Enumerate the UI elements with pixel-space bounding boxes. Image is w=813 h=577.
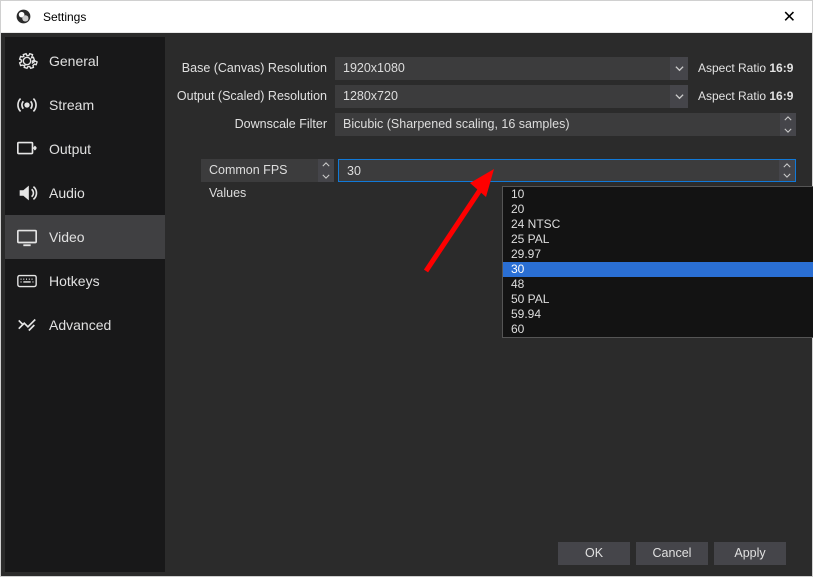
dialog-footer: OK Cancel Apply — [165, 534, 796, 572]
apply-button[interactable]: Apply — [714, 542, 786, 565]
output-resolution-select[interactable]: 1280x720 — [335, 85, 688, 108]
base-resolution-select[interactable]: 1920x1080 — [335, 57, 688, 80]
fps-option[interactable]: 10 — [503, 187, 813, 202]
base-aspect-ratio: Aspect Ratio 16:9 — [692, 57, 796, 80]
fps-option[interactable]: 60 — [503, 322, 813, 337]
downscale-filter-value: Bicubic (Sharpened scaling, 16 samples) — [343, 117, 570, 131]
sidebar-item-hotkeys[interactable]: Hotkeys — [5, 259, 165, 303]
output-icon — [15, 137, 39, 161]
sidebar-item-stream[interactable]: Stream — [5, 83, 165, 127]
ok-button[interactable]: OK — [558, 542, 630, 565]
fps-option[interactable]: 50 PAL — [503, 292, 813, 307]
sidebar-item-label: General — [49, 53, 99, 69]
audio-icon — [15, 181, 39, 205]
sidebar-item-label: Advanced — [49, 317, 111, 333]
fps-option[interactable]: 30 — [503, 262, 813, 277]
fps-mode-select[interactable]: Common FPS Values — [201, 159, 334, 182]
base-resolution-label: Base (Canvas) Resolution — [165, 57, 335, 81]
sidebar: General Stream Output Audio — [5, 37, 165, 572]
sidebar-item-audio[interactable]: Audio — [5, 171, 165, 215]
fps-option[interactable]: 25 PAL — [503, 232, 813, 247]
fps-option[interactable]: 29.97 — [503, 247, 813, 262]
fps-option[interactable]: 48 — [503, 277, 813, 292]
video-icon — [15, 225, 39, 249]
close-button[interactable]: ✕ — [777, 7, 802, 27]
sidebar-item-label: Hotkeys — [49, 273, 100, 289]
hotkeys-icon — [15, 269, 39, 293]
cancel-button[interactable]: Cancel — [636, 542, 708, 565]
output-aspect-ratio: Aspect Ratio 16:9 — [692, 85, 796, 108]
fps-value-select[interactable]: 30 — [338, 159, 796, 182]
output-resolution-value: 1280x720 — [343, 89, 398, 103]
main-panel: Base (Canvas) Resolution 1920x1080 Aspec… — [165, 37, 808, 572]
advanced-icon — [15, 313, 39, 337]
base-resolution-value: 1920x1080 — [343, 61, 405, 75]
titlebar: Settings ✕ — [1, 1, 812, 33]
sidebar-item-label: Output — [49, 141, 91, 157]
spinner-icon — [780, 113, 796, 136]
sidebar-item-advanced[interactable]: Advanced — [5, 303, 165, 347]
chevron-down-icon — [670, 57, 688, 80]
output-resolution-label: Output (Scaled) Resolution — [165, 85, 335, 109]
window-title: Settings — [43, 10, 86, 24]
fps-value: 30 — [347, 164, 361, 178]
sidebar-item-label: Video — [49, 229, 85, 245]
spinner-icon — [318, 159, 334, 182]
sidebar-item-general[interactable]: General — [5, 39, 165, 83]
app-icon — [11, 5, 35, 29]
fps-option[interactable]: 20 — [503, 202, 813, 217]
gear-icon — [15, 49, 39, 73]
downscale-filter-label: Downscale Filter — [165, 113, 335, 137]
spinner-icon — [779, 160, 795, 181]
downscale-filter-select[interactable]: Bicubic (Sharpened scaling, 16 samples) — [335, 113, 796, 136]
sidebar-item-output[interactable]: Output — [5, 127, 165, 171]
fps-option[interactable]: 59.94 — [503, 307, 813, 322]
fps-option[interactable]: 24 NTSC — [503, 217, 813, 232]
sidebar-item-label: Audio — [49, 185, 85, 201]
stream-icon — [15, 93, 39, 117]
sidebar-item-video[interactable]: Video — [5, 215, 165, 259]
fps-dropdown[interactable]: 102024 NTSC25 PAL29.97304850 PAL59.9460 — [502, 186, 813, 338]
chevron-down-icon — [670, 85, 688, 108]
sidebar-item-label: Stream — [49, 97, 94, 113]
